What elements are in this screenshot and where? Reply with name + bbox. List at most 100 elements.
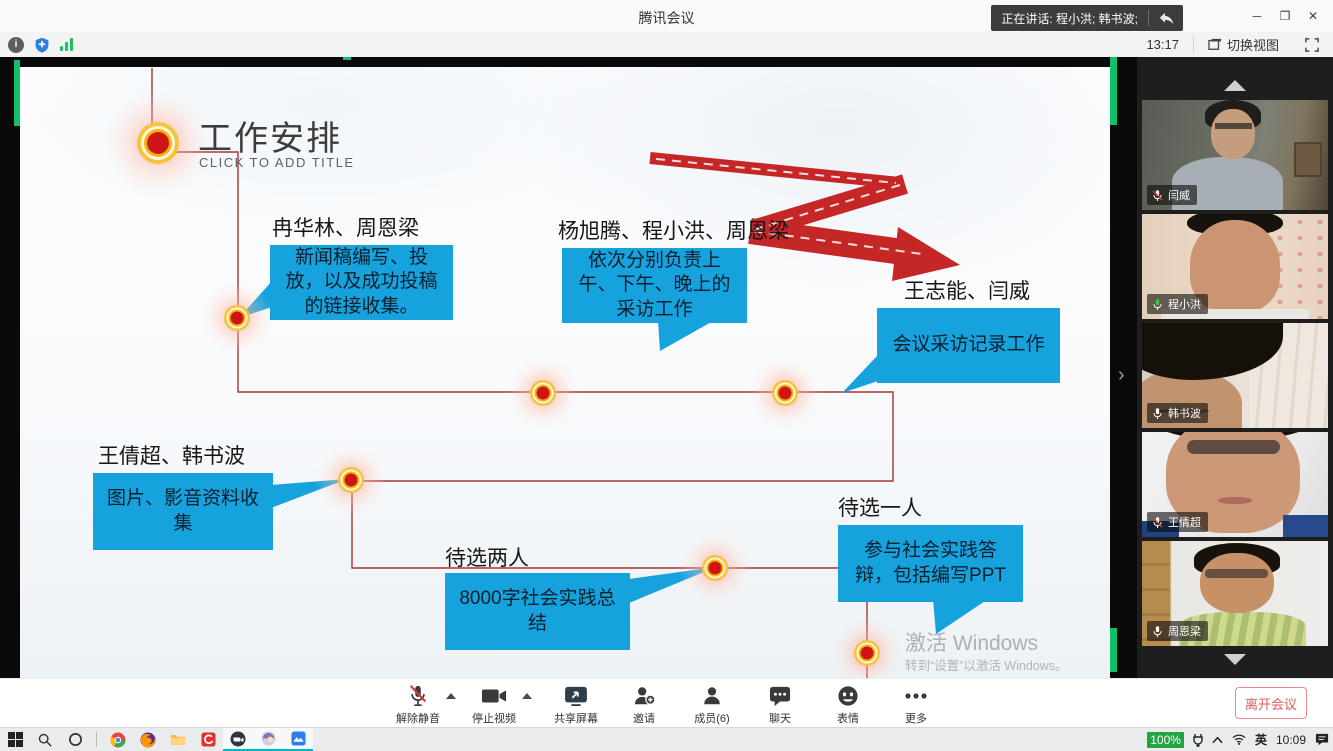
info-icon[interactable]: i bbox=[8, 37, 24, 53]
meeting-timer: 13:17 bbox=[1132, 37, 1193, 52]
firefox-app-button[interactable] bbox=[133, 728, 163, 751]
emoji-label: 表情 bbox=[837, 710, 859, 726]
close-button[interactable]: ✕ bbox=[1299, 0, 1327, 32]
battery-indicator[interactable]: 100% bbox=[1147, 732, 1184, 748]
members-label: 成员(6) bbox=[694, 710, 729, 726]
system-tray: 100% 英 10:09 bbox=[1147, 728, 1329, 751]
mic-on-icon bbox=[1151, 625, 1164, 638]
minimize-button[interactable]: ─ bbox=[1243, 0, 1271, 32]
task-bubble-6: 参与社会实践答辩，包括编写PPT bbox=[838, 525, 1023, 602]
audio-options-caret[interactable] bbox=[444, 683, 458, 699]
task-bubble-3: 会议采访记录工作 bbox=[877, 308, 1060, 383]
blue-docs-app-button[interactable] bbox=[283, 728, 313, 751]
task-bubble-5: 8000字社会实践总结 bbox=[445, 573, 630, 650]
share-screen-icon bbox=[564, 683, 588, 709]
colorful-app-button[interactable] bbox=[253, 728, 283, 751]
meeting-controls-bar: 解除静音 停止视频 共享屏幕 邀请 成员(6) bbox=[0, 678, 1333, 728]
leave-meeting-button[interactable]: 离开会议 bbox=[1235, 687, 1307, 719]
group-6-names: 待选一人 bbox=[838, 492, 922, 522]
mic-muted-icon bbox=[407, 683, 429, 709]
scroll-down-arrow[interactable] bbox=[1137, 654, 1333, 665]
smiley-icon bbox=[837, 683, 859, 709]
red-app-icon bbox=[201, 732, 216, 747]
chat-label: 聊天 bbox=[769, 710, 791, 726]
name-badge: 闫威 bbox=[1147, 185, 1197, 205]
cortana-button[interactable] bbox=[60, 728, 90, 751]
more-label: 更多 bbox=[905, 710, 927, 726]
meeting-app-button[interactable] bbox=[223, 728, 253, 751]
stop-video-button[interactable]: 停止视频 bbox=[468, 683, 520, 726]
video-tile-zhouenliang[interactable]: 周恩梁 bbox=[1142, 541, 1328, 646]
maximize-button[interactable]: ❐ bbox=[1271, 0, 1299, 32]
unmute-button[interactable]: 解除静音 bbox=[392, 683, 444, 726]
reply-arrow-icon[interactable] bbox=[1149, 5, 1183, 31]
name-badge: 王倩超 bbox=[1147, 512, 1208, 532]
firefox-icon bbox=[140, 732, 156, 748]
members-button[interactable]: 成员(6) bbox=[686, 683, 738, 726]
switch-view-button[interactable]: 切换视图 bbox=[1193, 36, 1293, 53]
group-5-names: 待选两人 bbox=[445, 542, 529, 572]
taskbar-search-button[interactable] bbox=[30, 728, 60, 751]
participant-name: 周恩梁 bbox=[1168, 623, 1201, 639]
group-3-names: 王志能、闫威 bbox=[904, 275, 1030, 305]
mic-muted-icon bbox=[1151, 189, 1164, 202]
scroll-up-arrow[interactable] bbox=[1137, 80, 1333, 91]
emoji-button[interactable]: 表情 bbox=[822, 683, 874, 726]
stop-video-label: 停止视频 bbox=[472, 710, 516, 726]
file-explorer-button[interactable] bbox=[163, 728, 193, 751]
caret-up-icon bbox=[446, 693, 456, 699]
group-4-names: 王倩超、韩书波 bbox=[98, 440, 245, 470]
activate-windows-watermark: 激活 Windows bbox=[905, 627, 1038, 657]
video-tile-chengxiaohong[interactable]: 程小洪 bbox=[1142, 214, 1328, 319]
share-screen-button[interactable]: 共享屏幕 bbox=[550, 683, 602, 726]
video-tile-yanwei[interactable]: 闫威 bbox=[1142, 100, 1328, 210]
video-tile-hanshubo[interactable]: 韩书波 bbox=[1142, 323, 1328, 428]
invite-button[interactable]: 邀请 bbox=[618, 683, 670, 726]
participants-sidebar: 闫威 程小洪 韩书波 王倩超 bbox=[1137, 57, 1333, 678]
clock[interactable]: 10:09 bbox=[1276, 733, 1306, 747]
start-button[interactable] bbox=[0, 728, 30, 751]
search-icon bbox=[38, 733, 52, 747]
name-badge: 程小洪 bbox=[1147, 294, 1208, 314]
slide-subtitle: CLICK TO ADD TITLE bbox=[199, 155, 355, 170]
mic-speaking-icon bbox=[1151, 298, 1164, 311]
shield-icon[interactable] bbox=[34, 37, 50, 53]
input-language-indicator[interactable]: 英 bbox=[1255, 731, 1267, 748]
switch-view-label: 切换视图 bbox=[1227, 35, 1279, 54]
chrome-app-button[interactable] bbox=[103, 728, 133, 751]
share-screen-label: 共享屏幕 bbox=[554, 710, 598, 726]
shared-screen-stage: 工作安排 CLICK TO ADD TITLE 冉华林、周恩梁 杨旭腾、程小洪、… bbox=[0, 57, 1137, 678]
red-app-button[interactable] bbox=[193, 728, 223, 751]
share-border-green-top bbox=[343, 57, 351, 60]
collapse-sidebar-chevron-icon[interactable]: › bbox=[1118, 365, 1125, 385]
task-bubble-2: 依次分别负责上午、下午、晚上的采访工作 bbox=[562, 248, 747, 323]
task-bubble-1: 新闻稿编写、投放，以及成功投稿的链接收集。 bbox=[270, 245, 453, 320]
chat-button[interactable]: 聊天 bbox=[754, 683, 806, 726]
more-dots-icon bbox=[904, 683, 928, 709]
participant-name: 闫威 bbox=[1168, 187, 1190, 203]
blue-app-icon bbox=[291, 731, 306, 746]
activate-windows-watermark-line2: 转到“设置”以激活 Windows。 bbox=[905, 655, 1068, 674]
meeting-statusbar: i 13:17 切换视图 bbox=[0, 32, 1333, 58]
action-center-icon[interactable] bbox=[1315, 733, 1329, 746]
share-border-green-left bbox=[14, 60, 20, 126]
wifi-icon[interactable] bbox=[1232, 734, 1246, 745]
taskbar-apps bbox=[0, 728, 313, 751]
triangle-up-icon bbox=[1224, 80, 1246, 91]
power-plug-icon[interactable] bbox=[1193, 733, 1203, 747]
hidden-icons-chevron[interactable] bbox=[1212, 736, 1223, 744]
video-options-caret[interactable] bbox=[520, 683, 534, 699]
video-tile-wangqianchao[interactable]: 王倩超 bbox=[1142, 432, 1328, 537]
share-border-green-right-bottom bbox=[1110, 628, 1117, 672]
triangle-down-icon bbox=[1224, 654, 1246, 665]
more-button[interactable]: 更多 bbox=[890, 683, 942, 726]
group-2-names: 杨旭腾、程小洪、周恩梁 bbox=[558, 215, 789, 245]
network-signal-icon[interactable] bbox=[60, 38, 73, 51]
fullscreen-button[interactable] bbox=[1293, 38, 1323, 52]
folder-icon bbox=[170, 733, 186, 746]
switch-view-icon bbox=[1208, 38, 1222, 51]
members-icon bbox=[701, 683, 723, 709]
meeting-buttons: 解除静音 停止视频 共享屏幕 邀请 成员(6) bbox=[392, 683, 942, 726]
camera-icon bbox=[481, 683, 507, 709]
name-badge: 周恩梁 bbox=[1147, 621, 1208, 641]
